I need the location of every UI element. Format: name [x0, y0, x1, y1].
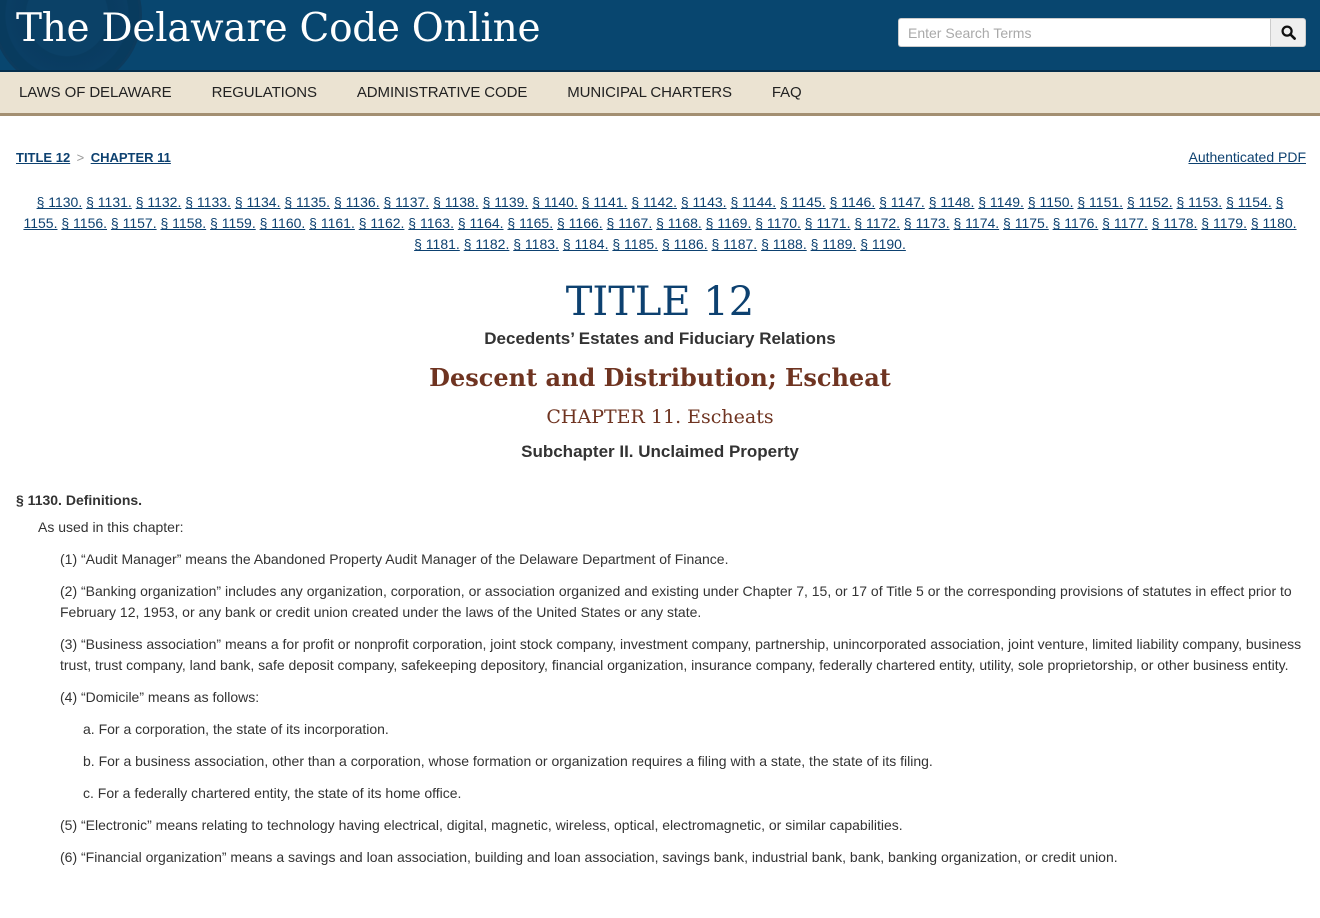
sub-definition-paragraph: a. For a corporation, the state of its i… [83, 721, 389, 737]
search-input[interactable] [898, 18, 1270, 47]
section-link[interactable]: § 1178. [1152, 215, 1198, 231]
section-link[interactable]: § 1157. [111, 215, 157, 231]
section-link[interactable]: § 1134. [235, 194, 281, 210]
section-link[interactable]: § 1181. [414, 236, 460, 252]
section-link[interactable]: § 1170. [755, 215, 801, 231]
sub-definition-paragraph: b. For a business association, other tha… [83, 753, 933, 769]
breadcrumb: TITLE 12 > CHAPTER 11 [16, 149, 171, 182]
section-link[interactable]: § 1184. [563, 236, 609, 252]
section-link[interactable]: § 1150. [1028, 194, 1074, 210]
section-link[interactable]: § 1142. [631, 194, 677, 210]
sub-definition-paragraph: c. For a federally chartered entity, the… [83, 785, 462, 801]
section-link[interactable]: § 1187. [712, 236, 758, 252]
section-link[interactable]: § 1171. [805, 215, 851, 231]
section-link[interactable]: § 1183. [513, 236, 559, 252]
section-link[interactable]: § 1179. [1201, 215, 1247, 231]
section-link[interactable]: § 1175. [1003, 215, 1049, 231]
search-form [898, 18, 1306, 47]
nav-faq[interactable]: FAQ [772, 84, 802, 101]
section-link[interactable]: § 1148. [929, 194, 975, 210]
title-description: Decedents’ Estates and Fiduciary Relatio… [484, 329, 836, 348]
definition-paragraph: (1) “Audit Manager” means the Abandoned … [60, 551, 729, 567]
section-paragraphs: (1) “Audit Manager” means the Abandoned … [16, 549, 1304, 868]
section-link[interactable]: § 1149. [978, 194, 1024, 210]
section-link[interactable]: § 1169. [706, 215, 752, 231]
section-link[interactable]: § 1160. [260, 215, 306, 231]
section-link[interactable]: § 1135. [284, 194, 330, 210]
section-link[interactable]: § 1147. [879, 194, 925, 210]
section-link[interactable]: § 1156. [61, 215, 107, 231]
section-link[interactable]: § 1173. [904, 215, 950, 231]
section-link[interactable]: § 1190. [860, 236, 906, 252]
section-heading: § 1130. Definitions. [16, 492, 143, 508]
section-link[interactable]: § 1140. [532, 194, 578, 210]
definition-paragraph: (2) “Banking organization” includes any … [60, 583, 1292, 620]
title-block: TITLE 12 Decedents’ Estates and Fiduciar… [0, 279, 1320, 462]
breadcrumb-row: TITLE 12 > CHAPTER 11 Authenticated PDF [0, 116, 1320, 182]
section-link[interactable]: § 1152. [1127, 194, 1173, 210]
section-link[interactable]: § 1167. [607, 215, 653, 231]
authenticated-pdf-link[interactable]: Authenticated PDF [1188, 149, 1306, 182]
section-link[interactable]: § 1138. [433, 194, 479, 210]
magnifier-icon [1280, 25, 1296, 40]
definition-paragraph: (3) “Business association” means a for p… [60, 636, 1302, 673]
section-link[interactable]: § 1188. [761, 236, 807, 252]
main-nav: LAWS OF DELAWARE REGULATIONS ADMINISTRAT… [0, 72, 1320, 116]
nav-municipal-charters[interactable]: MUNICIPAL CHARTERS [567, 84, 732, 101]
section-link[interactable]: § 1145. [780, 194, 826, 210]
section-link[interactable]: § 1189. [811, 236, 857, 252]
section-link[interactable]: § 1165. [507, 215, 553, 231]
breadcrumb-title-12[interactable]: TITLE 12 [16, 150, 70, 165]
section-link[interactable]: § 1164. [458, 215, 504, 231]
section-link[interactable]: § 1182. [464, 236, 510, 252]
nav-regulations[interactable]: REGULATIONS [212, 84, 317, 101]
section-link[interactable]: § 1162. [359, 215, 405, 231]
section-link[interactable]: § 1144. [730, 194, 776, 210]
section-link[interactable]: § 1158. [160, 215, 206, 231]
definition-paragraph: (4) “Domicile” means as follows: [60, 689, 260, 705]
section-link[interactable]: § 1143. [681, 194, 727, 210]
section-link[interactable]: § 1153. [1177, 194, 1223, 210]
breadcrumb-chapter-11[interactable]: CHAPTER 11 [91, 150, 171, 165]
subchapter-heading: Subchapter II. Unclaimed Property [521, 442, 799, 461]
section-link[interactable]: § 1133. [185, 194, 231, 210]
section-intro: As used in this chapter: [38, 519, 184, 535]
section-link[interactable]: § 1163. [408, 215, 454, 231]
section-link[interactable]: § 1180. [1251, 215, 1297, 231]
definition-paragraph: (5) “Electronic” means relating to techn… [60, 817, 903, 833]
section-link[interactable]: § 1146. [830, 194, 876, 210]
section-link[interactable]: § 1132. [136, 194, 182, 210]
title-heading: TITLE 12 [565, 279, 755, 325]
section-link[interactable]: § 1185. [612, 236, 658, 252]
section-link[interactable]: § 1154. [1226, 194, 1272, 210]
section-link[interactable]: § 1139. [483, 194, 529, 210]
site-title-link[interactable]: The Delaware Code Online [16, 6, 541, 51]
section-link[interactable]: § 1186. [662, 236, 708, 252]
section-link[interactable]: § 1161. [309, 215, 355, 231]
section-link[interactable]: § 1174. [953, 215, 999, 231]
chapter-heading: CHAPTER 11. Escheats [546, 406, 774, 428]
nav-administrative-code[interactable]: ADMINISTRATIVE CODE [357, 84, 527, 101]
section-link[interactable]: § 1176. [1053, 215, 1099, 231]
section-link[interactable]: § 1131. [86, 194, 132, 210]
section-1130: § 1130. Definitions. As used in this cha… [0, 492, 1320, 868]
section-link[interactable]: § 1172. [854, 215, 900, 231]
section-links: § 1130. § 1131. § 1132. § 1133. § 1134. … [0, 182, 1320, 255]
section-link[interactable]: § 1177. [1102, 215, 1148, 231]
section-link[interactable]: § 1141. [582, 194, 628, 210]
section-link[interactable]: § 1159. [210, 215, 256, 231]
section-link[interactable]: § 1136. [334, 194, 380, 210]
section-link[interactable]: § 1130. [37, 194, 83, 210]
section-link[interactable]: § 1166. [557, 215, 603, 231]
search-button[interactable] [1270, 18, 1306, 47]
section-link[interactable]: § 1137. [384, 194, 430, 210]
definition-paragraph: (6) “Financial organization” means a sav… [60, 849, 1118, 865]
nav-laws-of-delaware[interactable]: LAWS OF DELAWARE [19, 84, 172, 101]
section-link[interactable]: § 1168. [656, 215, 702, 231]
site-header: The Delaware Code Online [0, 0, 1320, 72]
section-link[interactable]: § 1151. [1077, 194, 1123, 210]
part-heading: Descent and Distribution; Escheat [429, 363, 891, 392]
breadcrumb-separator: > [76, 150, 85, 165]
